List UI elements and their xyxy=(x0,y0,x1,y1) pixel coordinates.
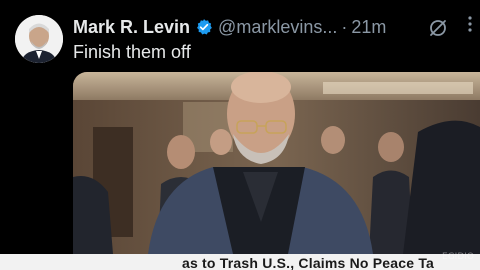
more-options-icon[interactable] xyxy=(467,14,473,37)
grok-icon[interactable] xyxy=(428,18,448,43)
media-photo xyxy=(73,72,480,254)
post-timestamp[interactable]: 21m xyxy=(351,17,386,38)
separator-dot: · xyxy=(341,16,348,37)
author-name[interactable]: Mark R. Levin xyxy=(73,17,190,38)
author-handle[interactable]: @marklevins... xyxy=(218,17,337,38)
news-ticker-banner: as to Trash U.S., Claims No Peace Ta xyxy=(0,254,480,270)
post-media-image[interactable] xyxy=(73,72,480,254)
post-header: Mark R. Levin @marklevins... · 21m xyxy=(73,14,480,40)
post-text: Finish them off xyxy=(73,42,191,62)
verified-badge-icon xyxy=(195,18,213,36)
news-ticker-text: as to Trash U.S., Claims No Peace Ta xyxy=(182,255,435,270)
author-avatar[interactable] xyxy=(15,15,63,63)
watermark-text: EGIDIO xyxy=(442,252,474,262)
avatar-portrait xyxy=(15,15,63,63)
